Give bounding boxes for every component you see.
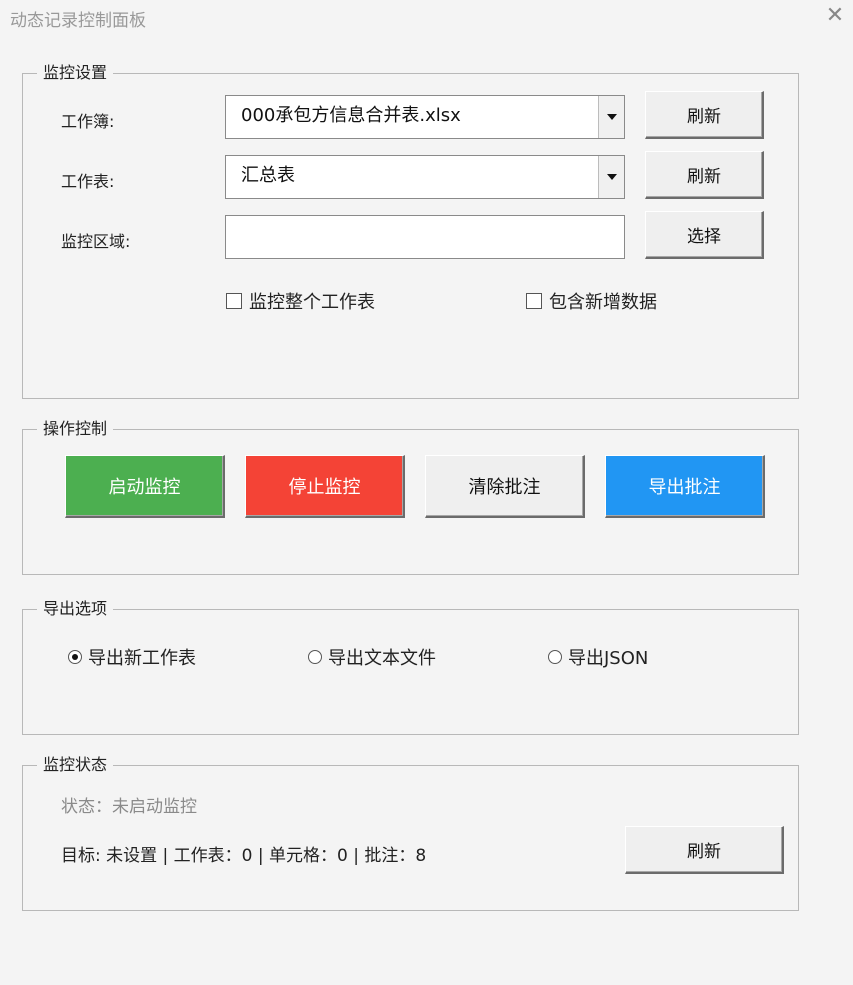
range-input[interactable]: [225, 215, 625, 259]
include-new-label: 包含新增数据: [549, 292, 657, 313]
export-new-sheet-label: 导出新工作表: [88, 648, 196, 669]
worksheet-value: 汇总表: [241, 165, 295, 186]
window-title: 动态记录控制面板: [10, 11, 146, 31]
workbook-label: 工作簿:: [61, 112, 115, 131]
export-json-radio[interactable]: 导出JSON: [548, 644, 648, 670]
worksheet-refresh-button[interactable]: 刷新: [645, 151, 764, 199]
export-text-file-radio[interactable]: 导出文本文件: [308, 644, 436, 670]
title-bar: 动态记录控制面板 ✕: [0, 0, 853, 34]
select-range-button[interactable]: 选择: [645, 211, 764, 259]
clear-comments-button[interactable]: 清除批注: [425, 455, 585, 518]
monitor-status-legend: 监控状态: [37, 754, 114, 776]
worksheet-label: 工作表:: [61, 172, 115, 191]
monitor-settings-legend: 监控设置: [37, 62, 114, 84]
status-text: 状态：未启动监控: [61, 797, 197, 817]
checkbox-box[interactable]: [526, 293, 542, 309]
range-label: 监控区域:: [61, 232, 131, 251]
include-new-checkbox[interactable]: 包含新增数据: [526, 288, 657, 314]
radio-unselected-icon[interactable]: [548, 650, 562, 664]
workbook-value: 000承包方信息合并表.xlsx: [241, 105, 461, 126]
workbook-combobox[interactable]: 000承包方信息合并表.xlsx: [225, 95, 625, 139]
export-new-sheet-radio[interactable]: 导出新工作表: [68, 644, 196, 670]
stop-monitor-button[interactable]: 停止监控: [245, 455, 405, 518]
radio-unselected-icon[interactable]: [308, 650, 322, 664]
export-options-group: 导出选项 导出新工作表 导出文本文件 导出JSON: [22, 598, 799, 735]
export-json-label: 导出JSON: [568, 648, 649, 669]
status-refresh-button[interactable]: 刷新: [625, 826, 784, 874]
operation-control-legend: 操作控制: [37, 418, 114, 440]
status-info-text: 目标: 未设置 | 工作表：0 | 单元格：0 | 批注：8: [61, 846, 427, 866]
export-options-legend: 导出选项: [37, 598, 114, 620]
monitor-settings-group: 监控设置 工作簿: 000承包方信息合并表.xlsx 刷新 工作表: 汇总表 刷…: [22, 62, 799, 399]
chevron-down-icon[interactable]: [598, 156, 624, 198]
export-text-file-label: 导出文本文件: [328, 648, 436, 669]
whole-sheet-checkbox[interactable]: 监控整个工作表: [226, 288, 375, 314]
operation-control-group: 操作控制 启动监控 停止监控 清除批注 导出批注: [22, 418, 799, 575]
chevron-down-icon[interactable]: [598, 96, 624, 138]
worksheet-combobox[interactable]: 汇总表: [225, 155, 625, 199]
export-comments-button[interactable]: 导出批注: [605, 455, 765, 518]
close-icon[interactable]: ✕: [822, 3, 848, 29]
start-monitor-button[interactable]: 启动监控: [65, 455, 225, 518]
monitor-status-group: 监控状态 状态：未启动监控 目标: 未设置 | 工作表：0 | 单元格：0 | …: [22, 754, 799, 911]
checkbox-box[interactable]: [226, 293, 242, 309]
workbook-refresh-button[interactable]: 刷新: [645, 91, 764, 139]
radio-selected-icon[interactable]: [68, 650, 82, 664]
whole-sheet-label: 监控整个工作表: [249, 292, 375, 313]
